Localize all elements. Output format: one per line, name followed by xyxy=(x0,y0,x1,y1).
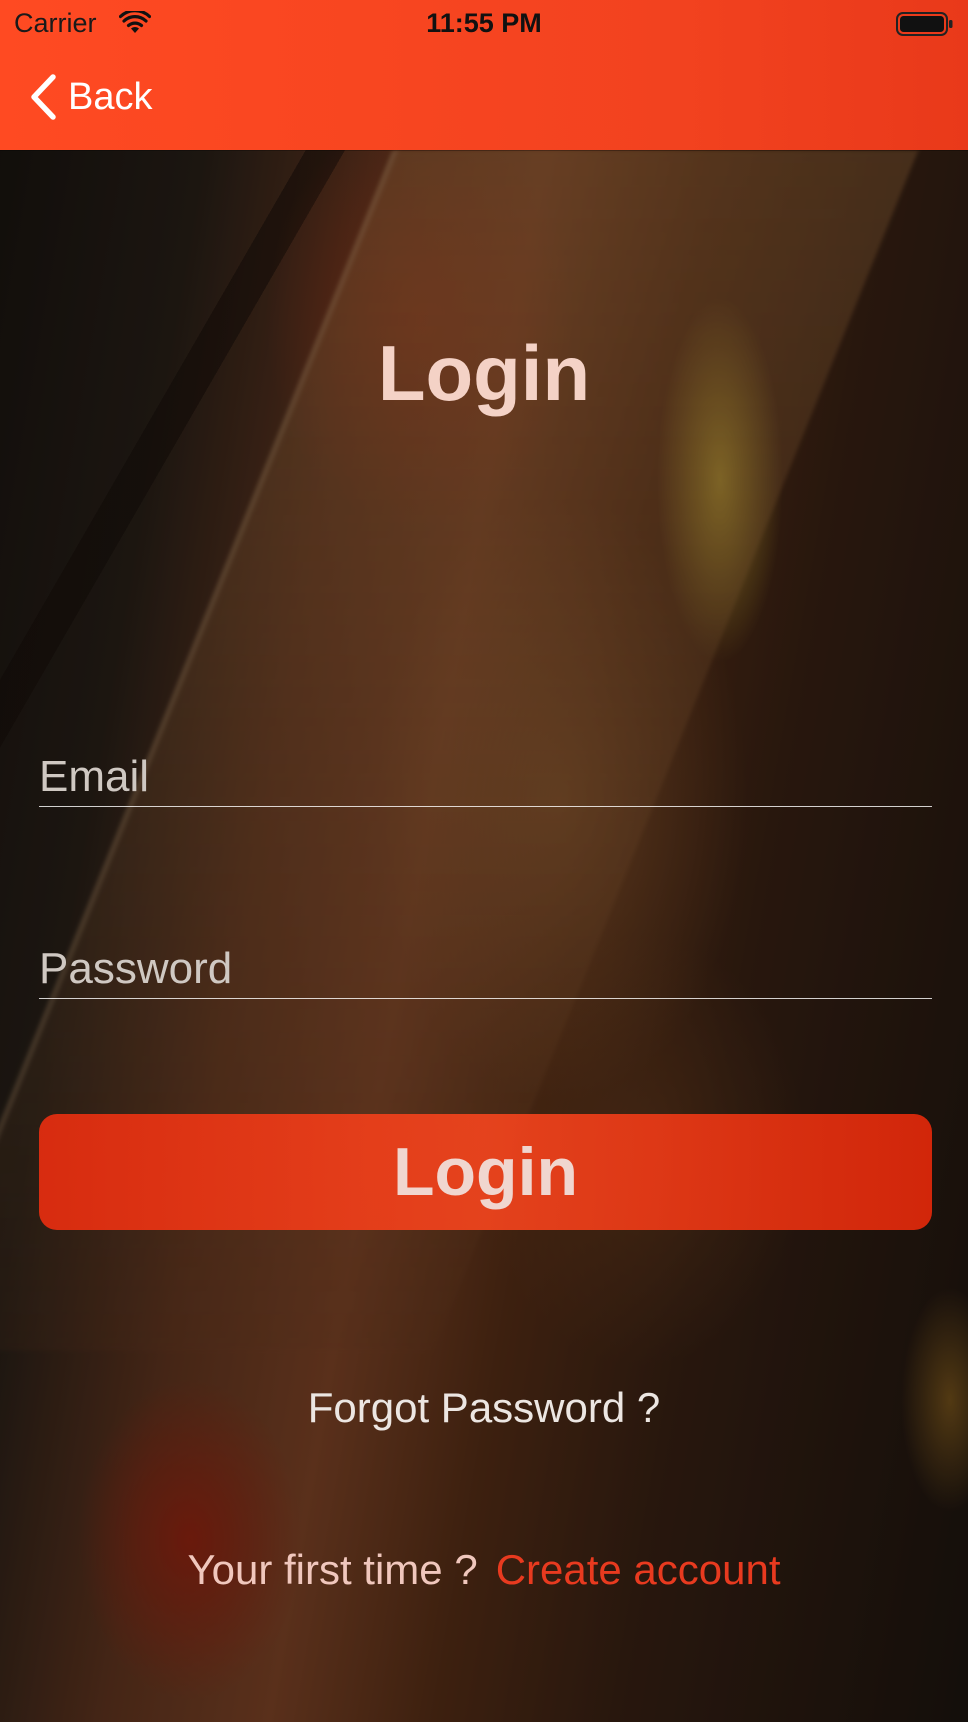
page-title: Login xyxy=(377,329,591,417)
navigation-bar: Carrier 11:55 PM Back xyxy=(0,0,968,150)
battery-icon xyxy=(896,12,953,36)
background-dim-overlay xyxy=(0,0,968,1722)
email-field[interactable] xyxy=(39,748,932,806)
password-field-container xyxy=(39,940,932,999)
first-time-label: Your first time ? xyxy=(187,1546,478,1593)
email-field-container xyxy=(39,748,932,807)
create-account-link[interactable]: Create account xyxy=(496,1546,781,1593)
back-label: Back xyxy=(68,75,153,118)
status-time: 11:55 PM xyxy=(426,8,542,38)
login-screen: Carrier 11:55 PM Back Login Email Login … xyxy=(0,0,968,1722)
login-button[interactable]: Login xyxy=(39,1114,932,1230)
password-field[interactable] xyxy=(39,940,932,998)
back-button[interactable]: Back xyxy=(28,72,152,122)
status-bar: Carrier 11:55 PM xyxy=(0,0,968,48)
signup-prompt: Your first time ? Create account xyxy=(0,1546,968,1594)
chevron-left-icon xyxy=(31,74,56,120)
forgot-password-link[interactable]: Forgot Password ? xyxy=(0,1384,968,1432)
